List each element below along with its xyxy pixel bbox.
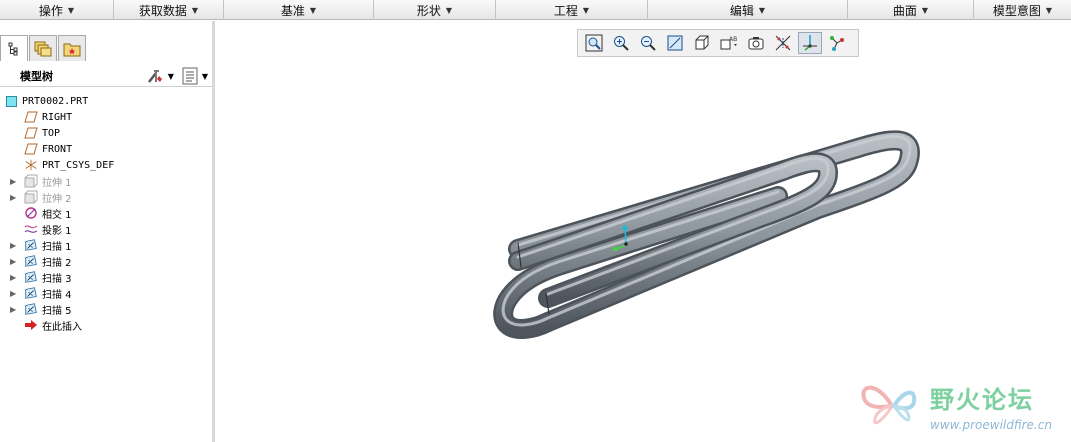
datum-plane-icon (24, 110, 38, 124)
caret-down-icon: ▼ (67, 5, 75, 15)
tab-model-tree[interactable] (0, 35, 28, 61)
navigator-panel: 模型树 ▼ ▼ PRT0002.PRT RIGHT TOP FRONT PRT_CSYS… (0, 21, 215, 442)
sweep-icon (24, 270, 38, 284)
caret-down-icon: ▼ (309, 5, 317, 15)
layers-icon (34, 41, 52, 56)
tree-label: TOP (42, 127, 61, 139)
tab-layer-tree[interactable] (29, 35, 57, 61)
caret-down-icon: ▼ (201, 71, 208, 81)
tree-label: 投影 1 (42, 225, 72, 237)
datum-plane-icon (24, 142, 38, 156)
menu-surfaces[interactable]: 曲面 ▼ (848, 0, 974, 20)
expand-arrow-icon[interactable]: ▶ (10, 257, 18, 266)
tree-label: 相交 1 (42, 209, 72, 221)
menu-label: 获取数据 (138, 3, 187, 18)
menu-model-intent[interactable]: 模型意图 ▼ (974, 0, 1071, 20)
expand-arrow-icon[interactable]: ▶ (10, 193, 18, 202)
caret-down-icon: ▼ (445, 5, 453, 15)
tree-item[interactable]: ▶ 扫描 1 (0, 237, 212, 253)
menu-label: 工程 (553, 3, 578, 18)
expand-arrow-icon[interactable]: ▶ (10, 305, 18, 314)
datum-plane-icon (24, 126, 38, 140)
tree-item[interactable]: TOP (0, 125, 212, 141)
tree-item[interactable]: ▶ 扫描 3 (0, 269, 212, 285)
watermark-url: www.proewildfire.cn (930, 418, 1052, 432)
menu-engineering[interactable]: 工程 ▼ (496, 0, 648, 20)
tree-settings-button[interactable]: ▼ (146, 68, 174, 84)
tree-item[interactable]: ▶ 拉伸 1 (0, 173, 212, 189)
tools-icon (147, 70, 162, 83)
menu-label: 形状 (416, 3, 441, 18)
tree-item[interactable]: ▶ 扫描 5 (0, 301, 212, 317)
tree-item[interactable]: 在此插入 (0, 317, 212, 333)
part-icon (4, 94, 18, 108)
watermark: 野火论坛 www.proewildfire.cn (858, 376, 1068, 438)
sweep-icon (24, 254, 38, 268)
tree-label: RIGHT (42, 111, 73, 123)
caret-down-icon: ▼ (758, 5, 766, 15)
intersect-icon (24, 206, 38, 220)
panel-title: 模型树 (20, 69, 53, 83)
tab-favorites[interactable] (58, 35, 86, 61)
tree-label: 在此插入 (42, 321, 82, 333)
tree-label: 扫描 5 (42, 305, 72, 317)
navigator-tabs (0, 35, 87, 61)
folder-star-icon (63, 43, 81, 56)
menu-label: 曲面 (892, 3, 917, 18)
menu-bar: 操作 ▼ 获取数据 ▼ 基准 ▼ 形状 ▼ 工程 ▼ 编辑 ▼ 曲面 ▼ 模型意图 ▼ (0, 0, 1071, 20)
sweep-icon (24, 238, 38, 252)
tree-label: 扫描 1 (42, 241, 72, 253)
sweep-icon (24, 302, 38, 316)
list-icon (182, 67, 198, 85)
tree-item[interactable]: 投影 1 (0, 221, 212, 237)
tree-item[interactable]: ▶ 扫描 2 (0, 253, 212, 269)
menu-label: 操作 (38, 3, 63, 18)
insert-here-icon (24, 318, 38, 332)
tree-root-part[interactable]: PRT0002.PRT (0, 93, 212, 109)
projection-icon (24, 222, 38, 236)
tree-item[interactable]: 相交 1 (0, 205, 212, 221)
caret-down-icon: ▼ (921, 5, 929, 15)
csys-icon (24, 158, 38, 172)
expand-arrow-icon[interactable]: ▶ (10, 289, 18, 298)
butterfly-logo-icon (861, 385, 917, 425)
caret-down-icon: ▼ (167, 71, 174, 81)
tree-label: 拉伸 1 (42, 177, 72, 189)
tree-item[interactable]: PRT_CSYS_DEF (0, 157, 212, 173)
tree-item[interactable]: FRONT (0, 141, 212, 157)
tree-item[interactable]: ▶ 扫描 4 (0, 285, 212, 301)
panel-header-tools: ▼ ▼ (138, 67, 208, 85)
menu-label: 基准 (280, 3, 305, 18)
extrude-icon (24, 190, 38, 204)
caret-down-icon: ▼ (582, 5, 590, 15)
expand-arrow-icon[interactable]: ▶ (10, 273, 18, 282)
menu-get-data[interactable]: 获取数据 ▼ (114, 0, 224, 20)
menu-operations[interactable]: 操作 ▼ (0, 0, 114, 20)
tree-label: PRT0002.PRT (22, 95, 89, 107)
expand-arrow-icon[interactable]: ▶ (10, 177, 18, 186)
sweep-icon (24, 286, 38, 300)
menu-label: 模型意图 (992, 3, 1041, 18)
menu-datum[interactable]: 基准 ▼ (224, 0, 374, 20)
model-tree-icon (8, 42, 18, 55)
watermark-title: 野火论坛 (930, 386, 1034, 414)
extrude-icon (24, 174, 38, 188)
caret-down-icon: ▼ (1045, 5, 1053, 15)
expand-arrow-icon[interactable]: ▶ (10, 241, 18, 250)
model-tree: PRT0002.PRT RIGHT TOP FRONT PRT_CSYS_DEF ▶ 拉伸 … (0, 93, 212, 333)
tree-label: FRONT (42, 143, 73, 155)
tree-item[interactable]: RIGHT (0, 109, 212, 125)
model-tree-header: 模型树 ▼ ▼ (0, 65, 212, 87)
caret-down-icon: ▼ (191, 5, 199, 15)
tree-label: 扫描 2 (42, 257, 72, 269)
tree-filter-button[interactable]: ▼ (182, 67, 208, 85)
menu-shapes[interactable]: 形状 ▼ (374, 0, 496, 20)
tree-label: 扫描 3 (42, 273, 72, 285)
menu-label: 编辑 (729, 3, 754, 18)
menu-editing[interactable]: 编辑 ▼ (648, 0, 848, 20)
tree-label: 拉伸 2 (42, 193, 72, 205)
tree-label: 扫描 4 (42, 289, 72, 301)
tree-item[interactable]: ▶ 拉伸 2 (0, 189, 212, 205)
tree-label: PRT_CSYS_DEF (42, 159, 115, 171)
